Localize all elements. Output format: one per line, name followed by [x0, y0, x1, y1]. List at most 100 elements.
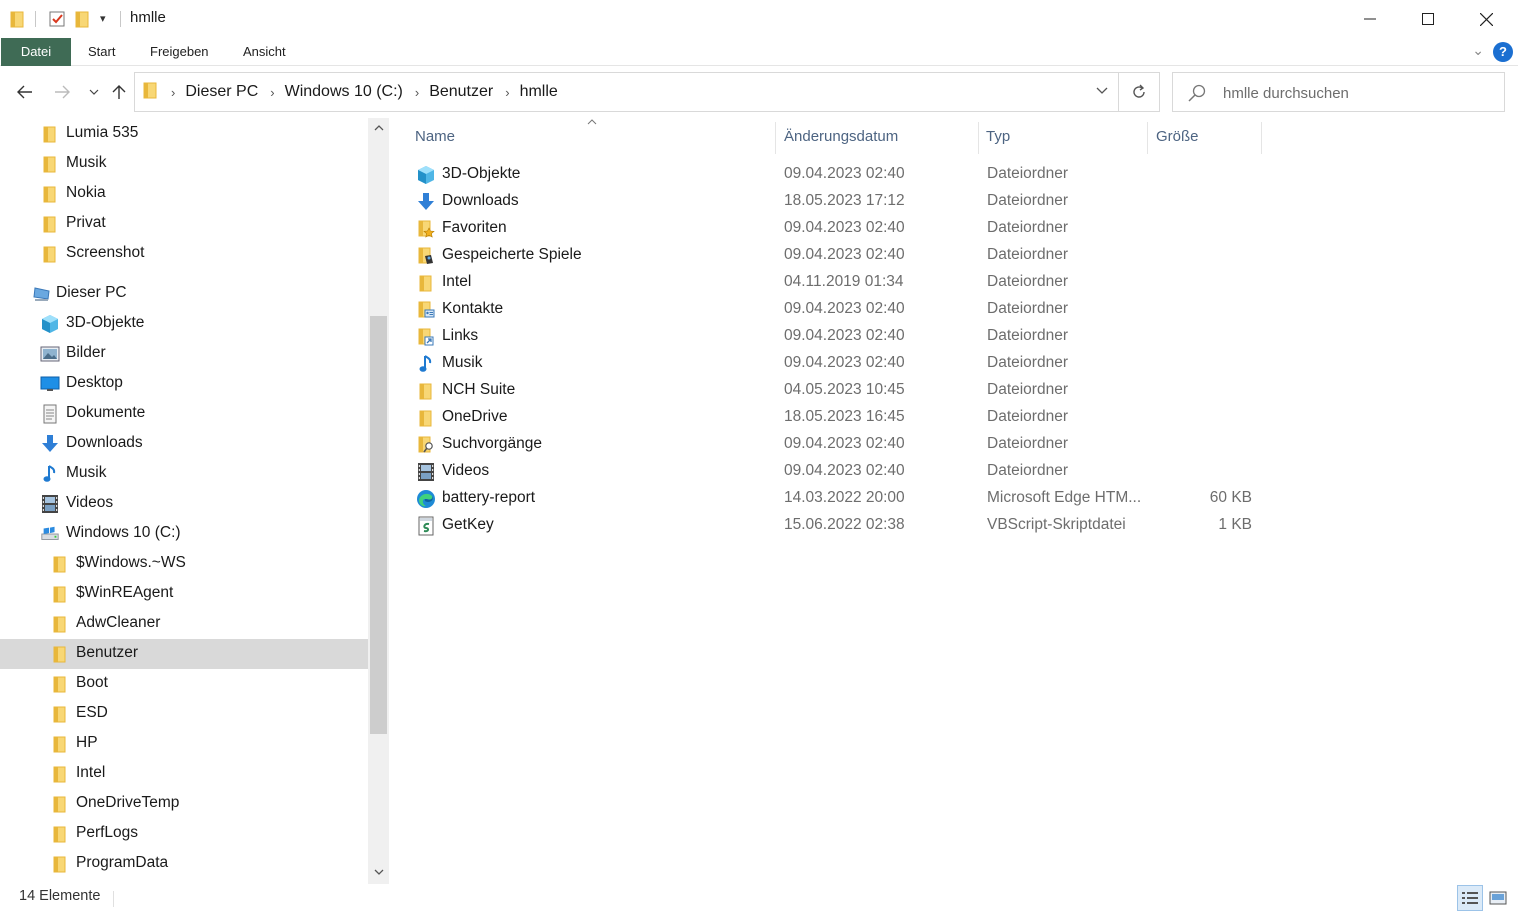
- file-row[interactable]: OneDrive 18.05.2023 16:45 Dateiordner: [410, 404, 1510, 431]
- ribbon: Datei Start Freigeben Ansicht ⌄ ?: [0, 38, 1518, 66]
- arrow-up-icon: [112, 85, 126, 99]
- column-header-size[interactable]: Größe: [1156, 118, 1199, 156]
- file-row[interactable]: Downloads 18.05.2023 17:12 Dateiordner: [410, 188, 1510, 215]
- file-row[interactable]: Intel 04.11.2019 01:34 Dateiordner: [410, 269, 1510, 296]
- back-button[interactable]: [11, 78, 39, 106]
- sidebar-item-perflogs[interactable]: PerfLogs: [0, 819, 368, 849]
- address-history-button[interactable]: [1096, 82, 1108, 98]
- refresh-button[interactable]: [1119, 72, 1160, 112]
- column-divider[interactable]: [978, 122, 979, 154]
- column-divider[interactable]: [775, 122, 776, 154]
- sidebar-item-hp[interactable]: HP: [0, 729, 368, 759]
- file-row[interactable]: Kontakte 09.04.2023 02:40 Dateiordner: [410, 296, 1510, 323]
- sidebar-item-onedrivetemp[interactable]: OneDriveTemp: [0, 789, 368, 819]
- breadcrumb-windows-drive[interactable]: Windows 10 (C:): [285, 83, 403, 101]
- search-box[interactable]: [1172, 72, 1505, 112]
- maximize-button[interactable]: [1399, 0, 1457, 38]
- tab-ansicht[interactable]: Ansicht: [229, 38, 300, 66]
- column-divider[interactable]: [1261, 122, 1262, 154]
- drive-icon: [40, 524, 60, 544]
- breadcrumb-dieser-pc[interactable]: Dieser PC: [185, 83, 258, 101]
- file-row[interactable]: Suchvorgänge 09.04.2023 02:40 Dateiordner: [410, 431, 1510, 458]
- recent-locations-button[interactable]: [80, 78, 108, 106]
- file-name: Intel: [442, 273, 472, 290]
- sidebar-item-label: AdwCleaner: [76, 614, 161, 631]
- breadcrumb-separator-icon[interactable]: ›: [415, 85, 419, 100]
- file-row[interactable]: NCH Suite 04.05.2023 10:45 Dateiordner: [410, 377, 1510, 404]
- forward-button[interactable]: [48, 78, 76, 106]
- sidebar-item-adwcleaner[interactable]: AdwCleaner: [0, 609, 368, 639]
- breadcrumb-separator-icon[interactable]: ›: [270, 85, 274, 100]
- sidebar-item-intel[interactable]: Intel: [0, 759, 368, 789]
- sidebar-item-bilder[interactable]: Bilder: [0, 339, 368, 369]
- arrow-left-icon: [17, 85, 32, 99]
- scrollbar-thumb[interactable]: [370, 316, 387, 734]
- window-title: hmlle: [130, 9, 166, 26]
- details-view-button[interactable]: [1457, 885, 1483, 911]
- tab-start[interactable]: Start: [74, 38, 129, 66]
- expand-ribbon-icon[interactable]: ⌄: [1472, 42, 1484, 59]
- search-input[interactable]: [1223, 81, 1493, 105]
- scroll-up-icon[interactable]: [368, 118, 389, 138]
- breadcrumb-separator-icon[interactable]: ›: [505, 85, 509, 100]
- sidebar-item-musik[interactable]: Musik: [0, 149, 368, 179]
- column-header-type[interactable]: Typ: [986, 118, 1010, 156]
- file-date: 04.11.2019 01:34: [784, 273, 904, 290]
- file-row[interactable]: Gespeicherte Spiele 09.04.2023 02:40 Datei…: [410, 242, 1510, 269]
- sidebar-item-musik[interactable]: Musik: [0, 459, 368, 489]
- tab-datei[interactable]: Datei: [1, 38, 71, 66]
- sidebar-item-label: PerfLogs: [76, 824, 139, 841]
- sidebar-item-programdata[interactable]: ProgramData: [0, 849, 368, 879]
- file-row[interactable]: GetKey 15.06.2022 02:38 VBScript-Skriptdat…: [410, 512, 1510, 539]
- tab-freigeben[interactable]: Freigeben: [136, 38, 223, 66]
- navigation-pane-scrollbar[interactable]: [368, 118, 389, 884]
- large-icons-view-button[interactable]: [1485, 885, 1511, 911]
- file-row[interactable]: Videos 09.04.2023 02:40 Dateiordner: [410, 458, 1510, 485]
- file-name: Musik: [442, 354, 483, 371]
- sidebar-item-label: Musik: [66, 464, 107, 481]
- sidebar-item-winreagent[interactable]: $WinREAgent: [0, 579, 368, 609]
- column-divider[interactable]: [1147, 122, 1148, 154]
- scroll-down-icon[interactable]: [368, 862, 389, 882]
- close-button[interactable]: [1457, 0, 1515, 38]
- column-header-date[interactable]: Änderungsdatum: [784, 118, 898, 156]
- toolbar-divider: [35, 11, 36, 27]
- customize-toolbar-icon[interactable]: ▾: [100, 12, 106, 25]
- sidebar-item-downloads[interactable]: Downloads: [0, 429, 368, 459]
- sidebar-item-nokia[interactable]: Nokia: [0, 179, 368, 209]
- minimize-button[interactable]: [1341, 0, 1399, 38]
- folder-icon: [50, 674, 70, 694]
- up-button[interactable]: [105, 78, 133, 106]
- breadcrumb-hmlle[interactable]: hmlle: [520, 83, 558, 101]
- download-icon: [416, 192, 436, 212]
- sidebar-item-dieser-pc[interactable]: Dieser PC: [0, 279, 368, 309]
- sidebar-item-label: Benutzer: [76, 644, 139, 661]
- help-button[interactable]: ?: [1493, 42, 1513, 62]
- sidebar-item-esd[interactable]: ESD: [0, 699, 368, 729]
- sidebar-item-benutzer[interactable]: Benutzer: [0, 639, 368, 669]
- breadcrumb-separator-icon[interactable]: ›: [171, 85, 175, 100]
- sidebar-item-3d-objekte[interactable]: 3D-Objekte: [0, 309, 368, 339]
- sidebar-item-windows-10-c[interactable]: Windows 10 (C:): [0, 519, 368, 549]
- properties-icon[interactable]: [48, 10, 66, 32]
- file-row[interactable]: battery-report 14.03.2022 20:00 Microsoft …: [410, 485, 1510, 512]
- file-row[interactable]: Musik 09.04.2023 02:40 Dateiordner: [410, 350, 1510, 377]
- sidebar-item-videos[interactable]: Videos: [0, 489, 368, 519]
- sidebar-item-privat[interactable]: Privat: [0, 209, 368, 239]
- file-row[interactable]: 3D-Objekte 09.04.2023 02:40 Dateiordner: [410, 161, 1510, 188]
- refresh-icon: [1133, 84, 1145, 98]
- sidebar-item-dokumente[interactable]: Dokumente: [0, 399, 368, 429]
- file-date: 09.04.2023 02:40: [784, 327, 905, 344]
- sidebar-item-boot[interactable]: Boot: [0, 669, 368, 699]
- new-folder-icon[interactable]: [75, 10, 91, 32]
- sidebar-item-screenshot[interactable]: Screenshot: [0, 239, 368, 269]
- sidebar-item-windows-ws[interactable]: $Windows.~WS: [0, 549, 368, 579]
- breadcrumb-benutzer[interactable]: Benutzer: [429, 83, 493, 101]
- file-name: 3D-Objekte: [442, 165, 521, 182]
- file-row[interactable]: Favoriten 09.04.2023 02:40 Dateiordner: [410, 215, 1510, 242]
- sidebar-item-desktop[interactable]: Desktop: [0, 369, 368, 399]
- address-bar[interactable]: › Dieser PC › Windows 10 (C:) › Benutzer…: [134, 72, 1119, 112]
- column-header-name[interactable]: Name: [415, 118, 455, 156]
- sidebar-item-lumia-535[interactable]: Lumia 535: [0, 119, 368, 149]
- file-row[interactable]: Links 09.04.2023 02:40 Dateiordner: [410, 323, 1510, 350]
